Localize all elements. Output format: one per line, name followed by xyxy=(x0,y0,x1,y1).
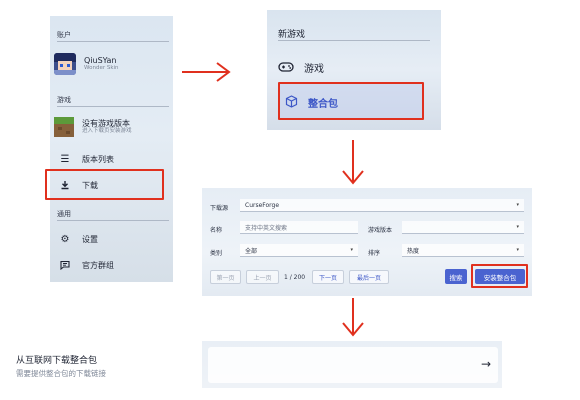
game-version-label: 游戏版本 xyxy=(368,227,393,234)
arrow-down-icon xyxy=(342,140,364,185)
source-select[interactable]: CurseForge ▾ xyxy=(240,199,524,212)
source-label: 下载源 xyxy=(210,205,229,212)
section-divider xyxy=(57,220,169,221)
chevron-down-icon: ▾ xyxy=(350,247,353,253)
list-icon: ☰ xyxy=(60,153,70,165)
install-highlight-box xyxy=(471,264,528,288)
chevron-down-icon: ▾ xyxy=(516,202,519,208)
card-subtitle: 需要提供整合包的下载链接 xyxy=(16,369,106,378)
category-label: 类别 xyxy=(210,250,223,257)
sidebar-item-version-list[interactable]: ☰ 版本列表 xyxy=(54,152,170,166)
game-version-select[interactable]: ▾ xyxy=(402,221,524,234)
name-label: 名称 xyxy=(210,227,223,234)
sidebar-item-label: 官方群组 xyxy=(82,260,114,270)
download-highlight-box xyxy=(45,169,164,200)
account-section-label: 账户 xyxy=(57,31,71,39)
game-section-label: 游戏 xyxy=(57,96,71,104)
user-name: QiuSYan xyxy=(84,56,117,66)
chevron-down-icon: ▾ xyxy=(516,224,519,230)
grass-block-icon xyxy=(54,117,74,137)
new-game-item-label: 游戏 xyxy=(304,64,324,75)
no-game-item[interactable]: 没有游戏版本 进入下载页安装游戏 xyxy=(54,117,170,137)
chat-icon xyxy=(58,258,72,272)
sidebar-item-label: 版本列表 xyxy=(82,154,114,164)
category-select[interactable]: 全部 ▾ xyxy=(240,244,358,257)
chevron-down-icon: ▾ xyxy=(516,247,519,253)
arrow-down-icon xyxy=(342,298,364,337)
page-indicator: 1 / 200 xyxy=(284,274,306,281)
new-game-item-game[interactable]: 游戏 xyxy=(278,58,324,77)
modpack-source-card-panel xyxy=(202,341,502,388)
gamepad-icon xyxy=(278,58,294,77)
prev-page-button[interactable]: 上一页 xyxy=(246,270,279,284)
section-divider xyxy=(278,40,430,41)
package-icon xyxy=(285,93,298,112)
section-divider xyxy=(57,106,169,107)
card-title: 从互联网下载整合包 xyxy=(16,356,98,366)
sort-select[interactable]: 热度 ▾ xyxy=(402,244,524,257)
sort-label: 排序 xyxy=(368,250,381,257)
new-game-item-modpack[interactable]: 整合包 xyxy=(285,93,338,112)
sidebar-item-settings[interactable]: ⚙ 设置 xyxy=(54,232,170,246)
general-section-label: 通用 xyxy=(57,210,71,218)
search-button[interactable]: 搜索 xyxy=(445,269,467,284)
avatar xyxy=(54,53,76,75)
launcher-sidebar: 账户 QiuSYan Wonder Skin 游戏 没有游戏版本 进入下载页安装… xyxy=(50,16,173,282)
source-value: CurseForge xyxy=(245,201,280,209)
gear-icon: ⚙ xyxy=(60,233,70,245)
no-game-subtitle: 进入下载页安装游戏 xyxy=(82,128,132,135)
new-game-title: 新游戏 xyxy=(278,30,306,40)
category-value: 全部 xyxy=(245,247,258,255)
section-divider xyxy=(57,41,169,42)
last-page-button[interactable]: 最后一页 xyxy=(349,270,389,284)
first-page-button[interactable]: 第一页 xyxy=(210,270,241,284)
new-game-item-label: 整合包 xyxy=(308,99,338,110)
user-subtitle: Wonder Skin xyxy=(84,65,119,72)
name-search-input[interactable]: 支持中英文搜索 xyxy=(240,221,358,234)
sidebar-item-community[interactable]: 官方群组 xyxy=(54,258,170,272)
sidebar-item-label: 设置 xyxy=(82,234,98,244)
download-modpack-from-internet-card[interactable] xyxy=(208,347,498,383)
sort-value: 热度 xyxy=(407,247,420,255)
arrow-right-icon: → xyxy=(481,357,492,371)
account-item[interactable]: QiuSYan Wonder Skin xyxy=(54,53,170,75)
next-page-button[interactable]: 下一页 xyxy=(312,270,344,284)
name-placeholder: 支持中英文搜索 xyxy=(245,224,288,232)
tutorial-composite: 账户 QiuSYan Wonder Skin 游戏 没有游戏版本 进入下载页安装… xyxy=(0,0,580,400)
arrow-right-icon xyxy=(182,62,231,82)
